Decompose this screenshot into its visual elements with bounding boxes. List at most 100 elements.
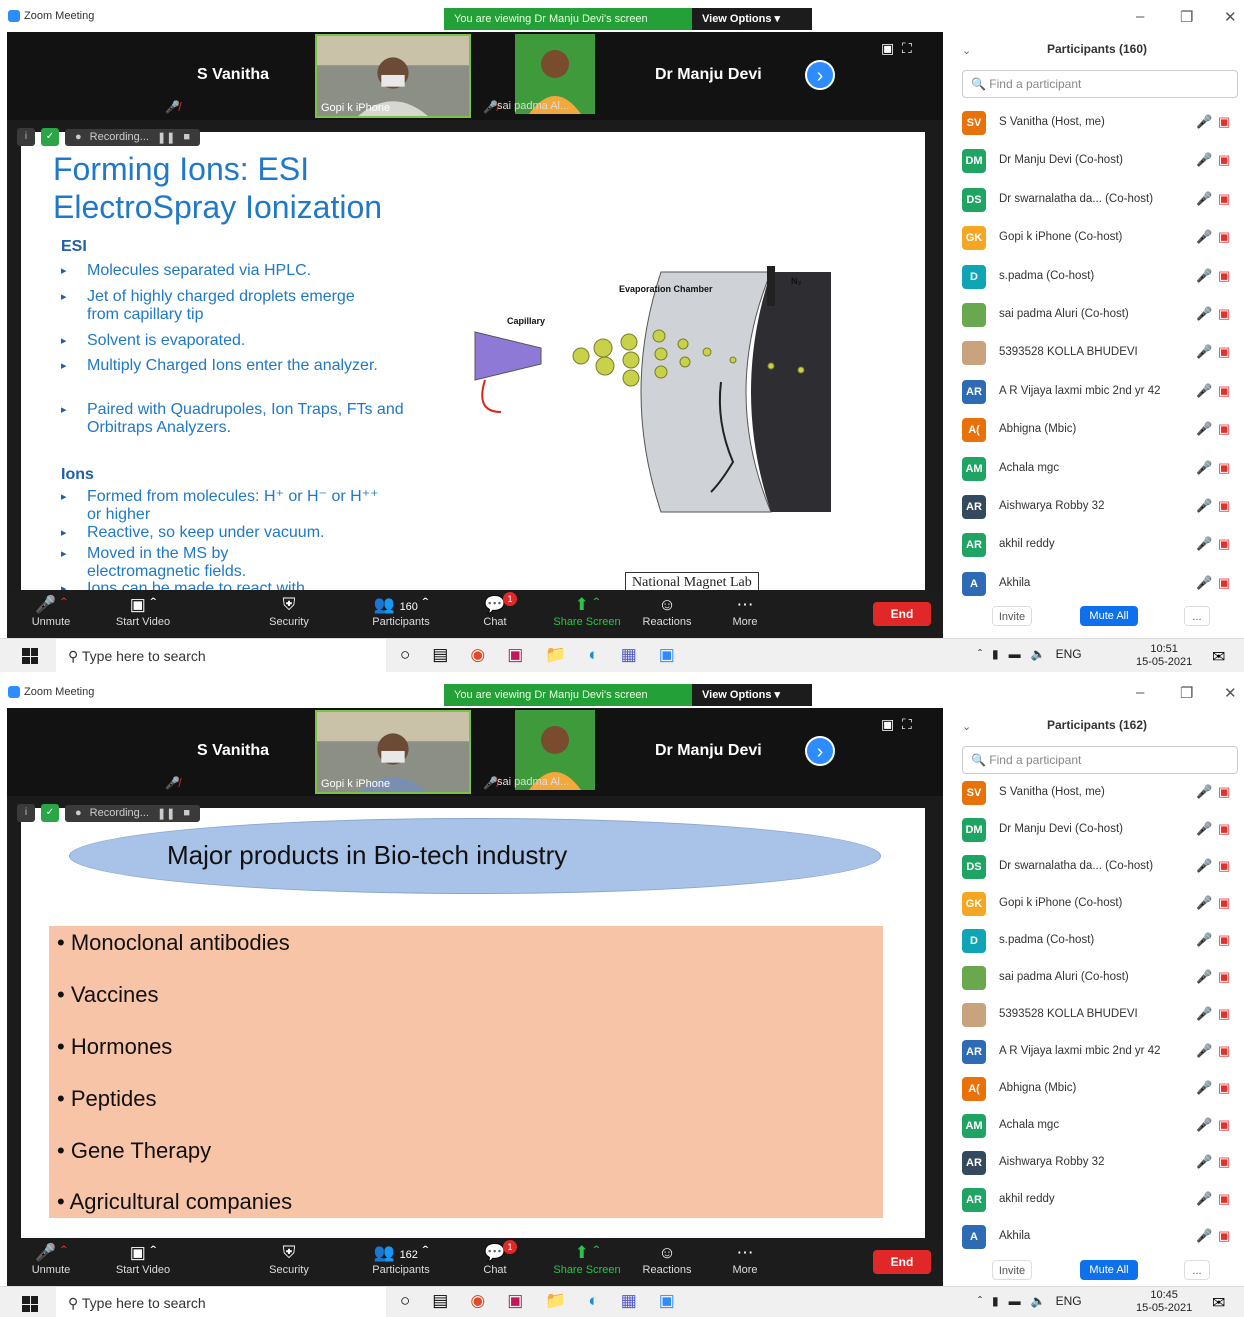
participant-row[interactable]: A(Abhigna (Mbic) 🎤 ▣	[952, 1070, 1242, 1107]
end-meeting-button[interactable]: End	[873, 1250, 931, 1274]
video-off-icon[interactable]: ▣	[1218, 1117, 1230, 1133]
participant-row[interactable]: DS Dr swarnalatha da... (Co-host) 🎤 ▣	[952, 181, 1242, 219]
video-off-icon[interactable]: ▣	[1218, 114, 1230, 130]
video-off-icon[interactable]: ▣	[1218, 152, 1230, 168]
chrome-icon[interactable]: ◉	[470, 1291, 485, 1311]
mic-muted-icon[interactable]: 🎤	[1196, 1080, 1212, 1096]
view-options-button[interactable]: View Options ▾	[692, 8, 812, 30]
minimize-icon[interactable]: –	[1136, 8, 1144, 25]
task-view-icon[interactable]: ▤	[432, 645, 448, 665]
participant-row[interactable]: SV S Vanitha (Host, me) 🎤 ▣	[952, 104, 1242, 142]
video-off-icon[interactable]: ▣	[1218, 1191, 1230, 1207]
more-options-button[interactable]: ...	[1184, 1260, 1210, 1280]
file-explorer-icon[interactable]: 📁	[545, 1291, 566, 1311]
info-icon[interactable]: i	[17, 128, 35, 146]
video-off-icon[interactable]: ▣	[1218, 1228, 1230, 1244]
mic-muted-icon[interactable]: 🎤	[1196, 1154, 1212, 1170]
video-off-icon[interactable]: ▣	[1218, 191, 1230, 207]
mic-muted-icon[interactable]: 🎤	[1196, 932, 1212, 948]
language-indicator[interactable]: ENG	[1056, 1294, 1082, 1308]
task-view-icon[interactable]: ▤	[432, 1291, 448, 1311]
info-icon[interactable]: i	[17, 804, 35, 822]
video-off-icon[interactable]: ▣	[1218, 383, 1230, 399]
participants-button[interactable]: 👥 160 ˆ Participants	[351, 594, 451, 628]
taskbar-clock[interactable]: 10:51 15-05-2021	[1136, 643, 1192, 669]
start-video-button[interactable]: ▣ ˆ Start Video	[103, 594, 183, 628]
video-off-icon[interactable]: ▣	[1218, 784, 1230, 800]
next-page-button[interactable]: ›	[805, 60, 835, 90]
mute-all-button[interactable]: Mute All	[1080, 1260, 1138, 1280]
edge-icon[interactable]: ◐	[588, 645, 598, 665]
participant-row[interactable]: AR Aishwarya Robby 32 🎤 ▣	[952, 1144, 1242, 1181]
mic-muted-icon[interactable]: 🎤	[1196, 460, 1212, 476]
teams-icon[interactable]: ▦	[621, 1291, 637, 1311]
security-button[interactable]: ⛨ Security	[249, 594, 329, 628]
mic-muted-icon[interactable]: 🎤	[1196, 858, 1212, 874]
mic-muted-icon[interactable]: 🎤	[1196, 229, 1212, 245]
video-off-icon[interactable]: ▣	[1218, 895, 1230, 911]
invite-button[interactable]: Invite	[992, 1260, 1032, 1280]
more-button[interactable]: ⋯ More	[705, 594, 785, 628]
mic-muted-icon[interactable]: 🎤	[1196, 383, 1212, 399]
taskbar-search[interactable]: ⚲ Type here to search	[56, 1287, 386, 1317]
teams-icon[interactable]: ▦	[621, 645, 637, 665]
mic-muted-icon[interactable]: 🎤	[1196, 1043, 1212, 1059]
participant-row[interactable]: AR A R Vijaya laxmi mbic 2nd yr 42 🎤 ▣	[952, 373, 1242, 411]
participant-row[interactable]: SV S Vanitha (Host, me) 🎤 ▣	[952, 774, 1242, 811]
windows-start-icon[interactable]	[22, 1296, 38, 1312]
video-off-icon[interactable]: ▣	[1218, 858, 1230, 874]
mic-muted-icon[interactable]: 🎤	[1196, 306, 1212, 322]
participant-row[interactable]: AM Achala mgc 🎤 ▣	[952, 1107, 1242, 1144]
end-meeting-button[interactable]: End	[873, 602, 931, 626]
reactions-button[interactable]: ☺ Reactions	[627, 594, 707, 628]
participant-row[interactable]: AR Aishwarya Robby 32 🎤 ▣	[952, 488, 1242, 526]
participant-row[interactable]: 5393528 KOLLA BHUDEVI 🎤 ▣	[952, 996, 1242, 1033]
participant-row[interactable]: A(Abhigna (Mbic) 🎤 ▣	[952, 411, 1242, 449]
layout-view-icon[interactable]: ▣ ⛶	[881, 40, 912, 57]
participant-row[interactable]: Ds.padma (Co-host) 🎤 ▣	[952, 922, 1242, 959]
participant-row[interactable]: DS Dr swarnalatha da... (Co-host) 🎤 ▣	[952, 848, 1242, 885]
participant-row[interactable]: AR akhil reddy 🎤 ▣	[952, 1181, 1242, 1218]
app-icon[interactable]: ▣	[507, 1291, 523, 1311]
mic-muted-icon[interactable]: 🎤	[1196, 969, 1212, 985]
more-options-button[interactable]: ...	[1184, 606, 1210, 626]
shield-icon[interactable]: ✓	[41, 128, 59, 146]
invite-button[interactable]: Invite	[992, 606, 1032, 626]
taskbar-search[interactable]: ⚲ Type here to search	[56, 639, 386, 672]
start-video-button[interactable]: ▣ ˆ Start Video	[103, 1242, 183, 1276]
zoom-taskbar-icon[interactable]: ▣	[659, 645, 675, 665]
video-off-icon[interactable]: ▣	[1218, 498, 1230, 514]
mic-muted-icon[interactable]: 🎤	[1196, 114, 1212, 130]
file-explorer-icon[interactable]: 📁	[545, 645, 566, 665]
find-participant-input[interactable]: 🔍 Find a participant	[962, 746, 1238, 774]
zoom-taskbar-icon[interactable]: ▣	[659, 1291, 675, 1311]
video-off-icon[interactable]: ▣	[1218, 932, 1230, 948]
mic-muted-icon[interactable]: 🎤	[1196, 536, 1212, 552]
mic-muted-icon[interactable]: 🎤	[1196, 498, 1212, 514]
mic-muted-icon[interactable]: 🎤	[1196, 152, 1212, 168]
mic-muted-icon[interactable]: 🎤	[1196, 784, 1212, 800]
battery-icon[interactable]: ▮	[992, 1294, 999, 1308]
unmute-button[interactable]: 🎤 ˆ Unmute	[11, 594, 91, 628]
mic-muted-icon[interactable]: 🎤	[1196, 421, 1212, 437]
security-button[interactable]: ⛨ Security	[249, 1242, 329, 1276]
next-page-button[interactable]: ›	[805, 736, 835, 766]
notification-icon[interactable]: ✉	[1212, 1293, 1225, 1313]
notification-icon[interactable]: ✉	[1212, 647, 1225, 667]
language-indicator[interactable]: ENG	[1056, 647, 1082, 661]
video-off-icon[interactable]: ▣	[1218, 1006, 1230, 1022]
more-button[interactable]: ⋯ More	[705, 1242, 785, 1276]
mic-muted-icon[interactable]: 🎤	[1196, 1228, 1212, 1244]
chat-button[interactable]: 💬 1 Chat	[455, 592, 535, 628]
video-off-icon[interactable]: ▣	[1218, 460, 1230, 476]
video-off-icon[interactable]: ▣	[1218, 344, 1230, 360]
video-tile-active[interactable]: Gopi k iPhone	[315, 710, 471, 794]
video-off-icon[interactable]: ▣	[1218, 306, 1230, 322]
participant-row[interactable]: AR A R Vijaya laxmi mbic 2nd yr 42 🎤 ▣	[952, 1033, 1242, 1070]
participant-row[interactable]: 5393528 KOLLA BHUDEVI 🎤 ▣	[952, 334, 1242, 372]
participant-row[interactable]: Ds.padma (Co-host) 🎤 ▣	[952, 258, 1242, 296]
mic-muted-icon[interactable]: 🎤	[1196, 1117, 1212, 1133]
participant-row[interactable]: sai padma Aluri (Co-host) 🎤 ▣	[952, 296, 1242, 334]
mic-muted-icon[interactable]: 🎤	[1196, 1006, 1212, 1022]
recording-pill[interactable]: ● Recording... ❚❚ ■	[65, 128, 201, 146]
